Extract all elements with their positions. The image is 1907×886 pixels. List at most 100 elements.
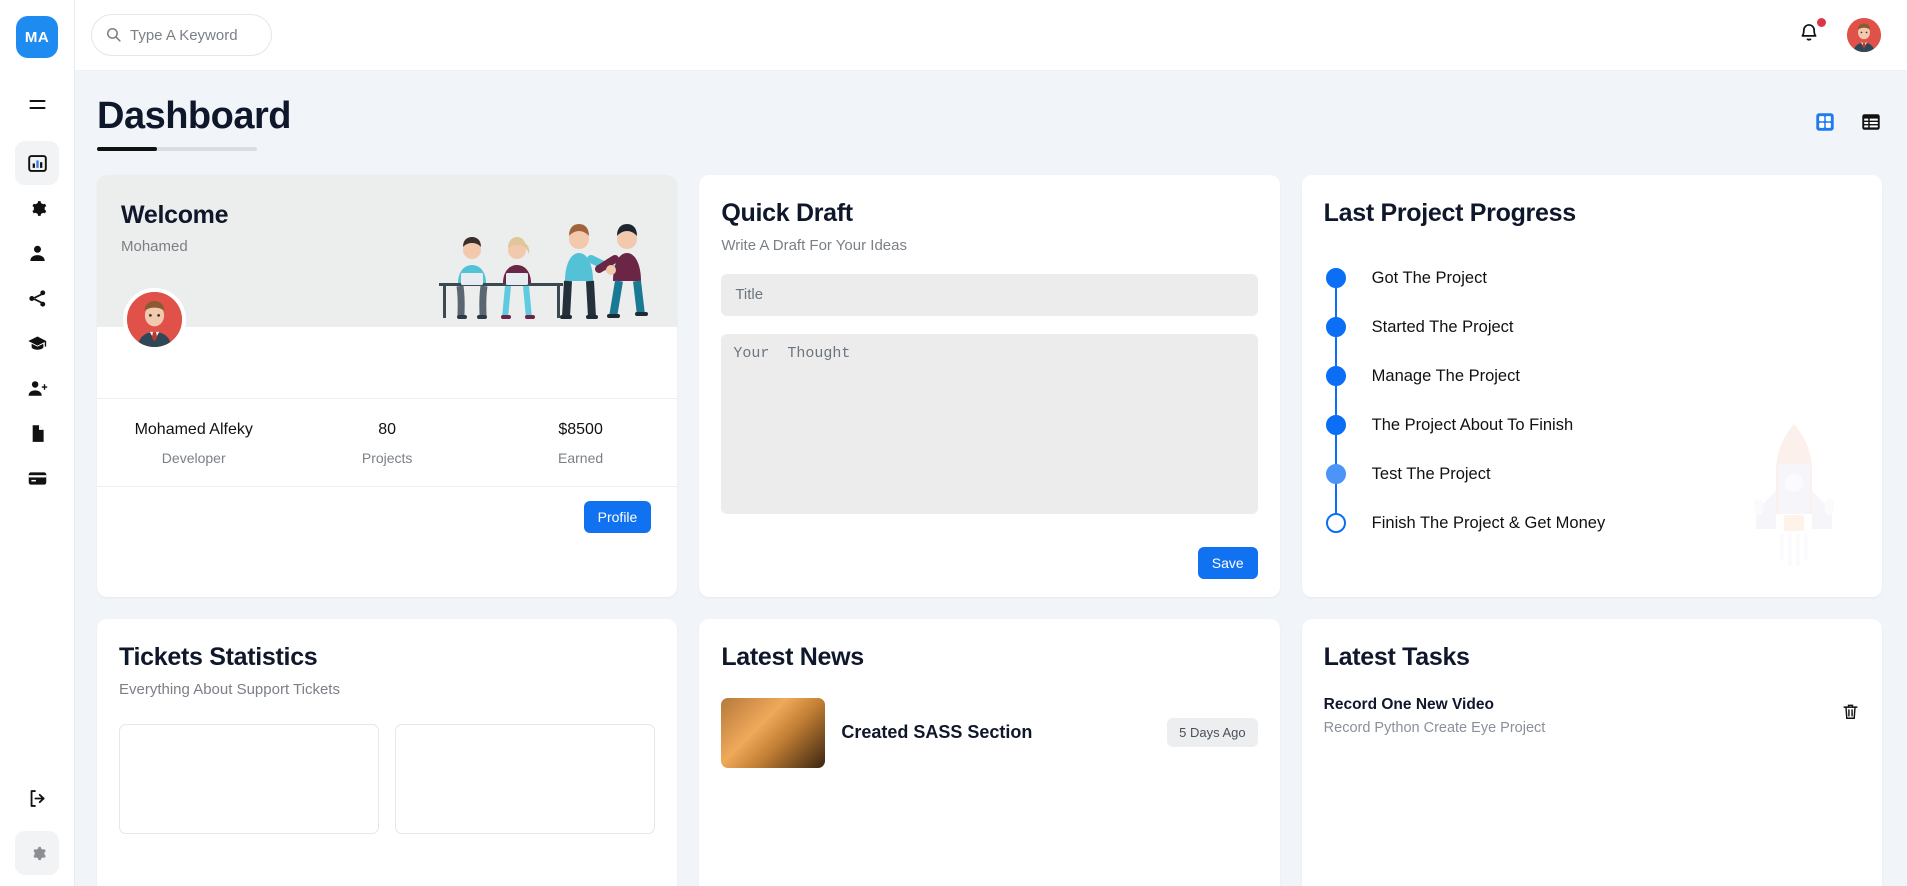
stat-label: Projects: [361, 449, 413, 466]
stat-value: Mohamed Alfeky: [134, 420, 253, 438]
menu-toggle[interactable]: [15, 82, 59, 126]
latest-tasks-card: Latest Tasks Record One New Video Record…: [1301, 618, 1882, 886]
news-item-title: Created SASS Section: [841, 722, 1033, 743]
team-illustration: [439, 223, 649, 319]
sidebar: MA: [0, 0, 75, 886]
latest-news-card: Latest News Created SASS Section 5 Days …: [699, 618, 1280, 886]
stat-label: Earned: [558, 449, 604, 466]
file-icon: [27, 423, 48, 444]
main-area: Dashboard: [75, 0, 1907, 886]
sidebar-item-courses[interactable]: [15, 321, 59, 365]
progress-dot-done: [1325, 366, 1346, 387]
sidebar-item-profile[interactable]: [15, 231, 59, 275]
ticket-stat-box: [119, 723, 380, 834]
news-title: Latest News: [721, 642, 864, 671]
notifications-button[interactable]: [1791, 17, 1827, 53]
profile-button[interactable]: Profile: [583, 500, 652, 533]
logout-button[interactable]: [15, 776, 59, 820]
tickets-statistics-card: Tickets Statistics Everything About Supp…: [97, 618, 678, 886]
welcome-footer: Profile: [97, 485, 678, 547]
welcome-avatar: [123, 287, 186, 351]
welcome-card: Welcome Mohamed Mohamed Alfeky Developer…: [97, 174, 678, 597]
sidebar-bottom-actions: [0, 776, 74, 876]
ticket-stat-box: [395, 723, 656, 834]
bell-icon: [1798, 22, 1820, 49]
user-plus-icon: [27, 378, 48, 399]
page-title: Dashboard: [97, 96, 291, 151]
search-container: [91, 14, 272, 56]
credit-card-icon: [27, 468, 48, 489]
draft-title-input[interactable]: [721, 273, 1258, 316]
list-view-button[interactable]: [1860, 111, 1882, 133]
share-nodes-icon: [27, 288, 48, 309]
progress-step-label: Test The Project: [1371, 464, 1491, 483]
settings-button[interactable]: [15, 831, 59, 875]
progress-step-label: Finish The Project & Get Money: [1371, 513, 1606, 532]
stat-name: Mohamed Alfeky Developer: [97, 421, 290, 466]
sidebar-item-settings[interactable]: [15, 186, 59, 230]
brand-initials: MA: [24, 28, 50, 46]
gear-icon: [27, 843, 48, 864]
topbar-actions: [1791, 17, 1881, 53]
sidebar-item-files[interactable]: [15, 411, 59, 455]
tasks-title: Latest Tasks: [1323, 642, 1470, 671]
welcome-stats: Mohamed Alfeky Developer 80 Projects $85…: [97, 397, 678, 486]
project-progress-card: Last Project Progress Got The Project St…: [1301, 174, 1882, 597]
grid-icon: [1814, 111, 1836, 133]
news-item[interactable]: Created SASS Section 5 Days Ago: [721, 697, 1258, 768]
dashboard-row-2: Tickets Statistics Everything About Supp…: [97, 618, 1882, 886]
rocket-illustration: [1753, 423, 1834, 567]
draft-thought-textarea[interactable]: [721, 333, 1258, 514]
stat-earned: $8500 Earned: [484, 421, 677, 466]
task-text-block: Record One New Video Record Python Creat…: [1324, 696, 1546, 736]
quick-draft-card: Quick Draft Write A Draft For Your Ideas…: [699, 174, 1280, 597]
tickets-box-group: [119, 723, 656, 834]
avatar-illustration: [1847, 18, 1881, 52]
news-thumbnail: [721, 697, 826, 768]
gear-icon: [27, 198, 48, 219]
table-list-icon: [1860, 111, 1882, 133]
task-item: Record One New Video Record Python Creat…: [1324, 696, 1860, 736]
welcome-header: Welcome Mohamed: [97, 174, 678, 327]
progress-step-label: Manage The Project: [1371, 366, 1520, 385]
stat-label: Developer: [161, 449, 226, 466]
progress-step: Started The Project: [1325, 303, 1860, 377]
sidebar-item-dashboard[interactable]: [15, 141, 59, 185]
progress-step: Manage The Project: [1325, 352, 1860, 426]
chart-bar-icon: [27, 153, 48, 174]
page-content: Dashboard Welcome Mohamed Mohamed Alfeky…: [75, 71, 1907, 886]
progress-step-label: The Project About To Finish: [1371, 415, 1574, 434]
grid-view-button[interactable]: [1814, 111, 1836, 133]
avatar-illustration: [127, 291, 182, 347]
search-input[interactable]: [91, 14, 272, 56]
project-progress-title: Last Project Progress: [1323, 198, 1576, 227]
app-root: MA Type A Keyword Dashboard Welcome Moha…: [0, 0, 1907, 886]
sidebar-item-projects[interactable]: [15, 276, 59, 320]
task-item-title: Record One New Video: [1323, 695, 1494, 713]
sidebar-item-friends[interactable]: [15, 366, 59, 410]
user-avatar[interactable]: [1847, 18, 1881, 52]
stat-projects: 80 Projects: [290, 421, 483, 466]
logout-icon: [27, 788, 48, 809]
news-item-badge: 5 Days Ago: [1167, 718, 1258, 748]
trash-icon: [1841, 702, 1860, 721]
user-icon: [27, 243, 48, 264]
dashboard-row-1: Welcome Mohamed Mohamed Alfeky Developer…: [97, 174, 1882, 597]
stat-value: $8500: [558, 420, 603, 438]
brand-logo[interactable]: MA: [16, 16, 58, 58]
delete-task-button[interactable]: [1841, 702, 1860, 721]
progress-dot-done: [1325, 317, 1346, 338]
quick-draft-subtitle: Write A Draft For Your Ideas: [721, 236, 907, 254]
progress-step-label: Started The Project: [1371, 317, 1514, 336]
progress-dot-done: [1325, 415, 1346, 436]
task-item-subtitle: Record Python Create Eye Project: [1323, 719, 1546, 736]
progress-step: Got The Project: [1325, 254, 1860, 328]
progress-dot-current: [1325, 464, 1346, 485]
page-header: Dashboard: [97, 96, 1882, 151]
progress-dot-done: [1325, 268, 1346, 289]
sidebar-item-plans[interactable]: [15, 456, 59, 500]
quick-draft-title: Quick Draft: [721, 198, 853, 227]
topbar: [75, 0, 1907, 71]
graduation-cap-icon: [27, 333, 48, 354]
save-button[interactable]: Save: [1197, 546, 1258, 579]
